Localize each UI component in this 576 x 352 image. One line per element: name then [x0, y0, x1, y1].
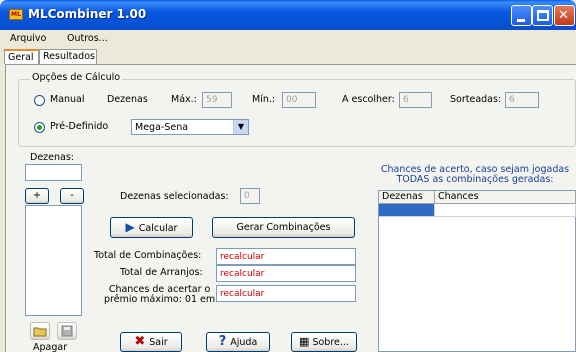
- total-comb-field: recalcular: [216, 248, 356, 265]
- help-icon: ?: [218, 334, 227, 349]
- dezenas-label: Dezenas: [107, 94, 148, 105]
- lottery-select-value: Mega-Sena: [135, 122, 189, 133]
- tab-resultados[interactable]: Resultados: [39, 49, 97, 64]
- app-icon: ML: [9, 9, 23, 20]
- gerar-combinacoes-button[interactable]: Gerar Combinações: [212, 217, 355, 238]
- calc-options-group: [18, 79, 576, 147]
- dezenas-input-label: Dezenas:: [30, 152, 74, 163]
- calcular-button[interactable]: ▶ Calcular: [110, 217, 193, 238]
- chances-grid[interactable]: Dezenas Chances: [378, 190, 576, 352]
- folder-icon: [33, 327, 47, 337]
- title-bar[interactable]: ML MLCombiner 1.00 ✕: [0, 0, 576, 30]
- menu-arquivo[interactable]: Arquivo: [10, 33, 46, 44]
- apagar-label[interactable]: Apagar: [33, 342, 67, 352]
- selecionadas-label: Dezenas selecionadas:: [120, 191, 229, 202]
- add-button[interactable]: +: [25, 188, 49, 204]
- minimize-button[interactable]: [511, 5, 532, 26]
- max-label: Máx.:: [171, 94, 197, 105]
- radio-predefinido[interactable]: [34, 122, 45, 133]
- play-icon: ▶: [125, 220, 135, 234]
- sorteadas-label: Sorteadas:: [450, 94, 502, 105]
- menu-outros[interactable]: Outros...: [67, 33, 108, 44]
- dezenas-input[interactable]: [25, 164, 82, 181]
- menu-bar: Arquivo Outros...: [0, 30, 576, 47]
- dezenas-list[interactable]: [25, 205, 82, 316]
- total-arranjos-label: Total de Arranjos:: [120, 267, 203, 278]
- total-arranjos-field: recalcular: [216, 265, 356, 282]
- manual-label: Manual: [50, 94, 85, 105]
- chances-premio-label: Chances de acertar o prêmio máximo: 01 e…: [104, 285, 215, 305]
- sobre-button[interactable]: ▦ Sobre...: [291, 332, 357, 352]
- ajuda-button[interactable]: ? Ajuda: [206, 332, 270, 352]
- min-field[interactable]: 00: [282, 92, 316, 108]
- escolher-field[interactable]: 6: [399, 92, 432, 108]
- predefinido-label: Pré-Definido: [50, 121, 109, 132]
- maximize-button[interactable]: [532, 5, 553, 26]
- save-icon: [61, 325, 73, 337]
- ajuda-label: Ajuda: [230, 337, 258, 348]
- chevron-down-icon[interactable]: ▼: [233, 120, 248, 134]
- grid-header-dezenas[interactable]: Dezenas: [379, 191, 435, 204]
- calc-options-title: Opções de Cálculo: [30, 72, 123, 83]
- sair-button[interactable]: ✖ Sair: [120, 332, 182, 352]
- sair-label: Sair: [149, 337, 168, 348]
- chances-premio-field: recalcular: [216, 285, 356, 302]
- escolher-label: A escolher:: [342, 94, 395, 105]
- radio-manual[interactable]: [34, 95, 45, 106]
- min-label: Mín.:: [252, 94, 276, 105]
- exit-icon: ✖: [134, 334, 146, 349]
- remove-button[interactable]: -: [60, 188, 84, 204]
- chances-heading-2: TODAS as combinações geradas:: [396, 174, 554, 185]
- sobre-label: Sobre...: [312, 337, 349, 348]
- save-button[interactable]: [57, 322, 77, 340]
- close-icon: ✕: [558, 8, 569, 23]
- sorteadas-field[interactable]: 6: [505, 92, 539, 108]
- grid-cell[interactable]: [435, 204, 576, 217]
- minimize-icon: [517, 19, 525, 22]
- chances-label-line-2: prêmio máximo: 01 em: [104, 294, 216, 305]
- close-button[interactable]: ✕: [554, 5, 575, 26]
- about-icon: ▦: [299, 335, 310, 348]
- window-title: MLCombiner 1.00: [28, 7, 147, 21]
- grid-cell-selected[interactable]: [379, 204, 435, 217]
- max-field[interactable]: 59: [202, 92, 232, 108]
- tab-geral[interactable]: Geral: [4, 49, 39, 64]
- calcular-label: Calcular: [138, 223, 178, 234]
- grid-header-chances[interactable]: Chances: [435, 191, 576, 204]
- lottery-select[interactable]: Mega-Sena ▼: [131, 119, 249, 135]
- maximize-icon: [537, 10, 549, 21]
- total-comb-label: Total de Combinações:: [94, 250, 202, 261]
- selecionadas-field: 0: [240, 188, 260, 204]
- open-folder-button[interactable]: [30, 322, 50, 340]
